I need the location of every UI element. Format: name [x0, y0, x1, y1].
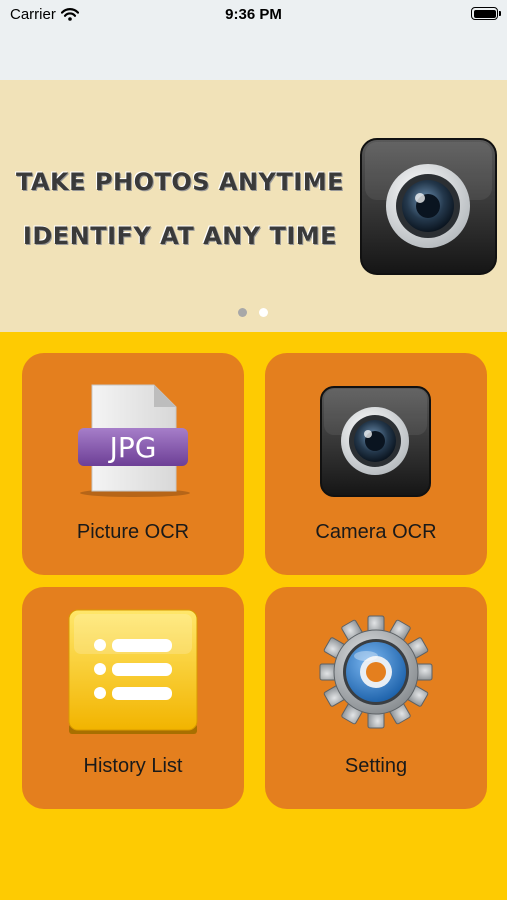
- jpg-file-icon: JPG: [78, 384, 190, 497]
- list-icon: [68, 609, 198, 734]
- banner-line-1: Take photos anytime: [15, 168, 345, 196]
- picture-ocr-button[interactable]: JPG Picture OCR: [22, 353, 244, 575]
- page-dot-1[interactable]: [238, 308, 247, 317]
- carrier-label: Carrier: [10, 6, 56, 23]
- page-indicator[interactable]: [238, 308, 268, 317]
- banner-line-2: Identify at any time: [22, 222, 338, 250]
- camera-ocr-label: Camera OCR: [315, 521, 437, 543]
- picture-ocr-label: Picture OCR: [76, 521, 190, 543]
- history-list-label: History List: [83, 755, 183, 777]
- setting-button[interactable]: Setting: [265, 587, 487, 809]
- battery-icon: [471, 7, 501, 20]
- banner-carousel[interactable]: Take photos anytime Identify at any time: [0, 80, 507, 332]
- carrier: Carrier: [10, 6, 79, 23]
- setting-label: Setting: [344, 755, 408, 777]
- gear-icon: [319, 615, 433, 729]
- camera-icon: [320, 386, 431, 497]
- camera-ocr-button[interactable]: Camera OCR: [265, 353, 487, 575]
- page-dot-2[interactable]: [259, 308, 268, 317]
- status-bar: Carrier 9:36 PM: [0, 0, 507, 80]
- camera-icon: [360, 138, 497, 275]
- wifi-icon: [60, 8, 79, 21]
- history-list-button[interactable]: History List: [22, 587, 244, 809]
- jpg-badge-text: JPG: [108, 431, 157, 464]
